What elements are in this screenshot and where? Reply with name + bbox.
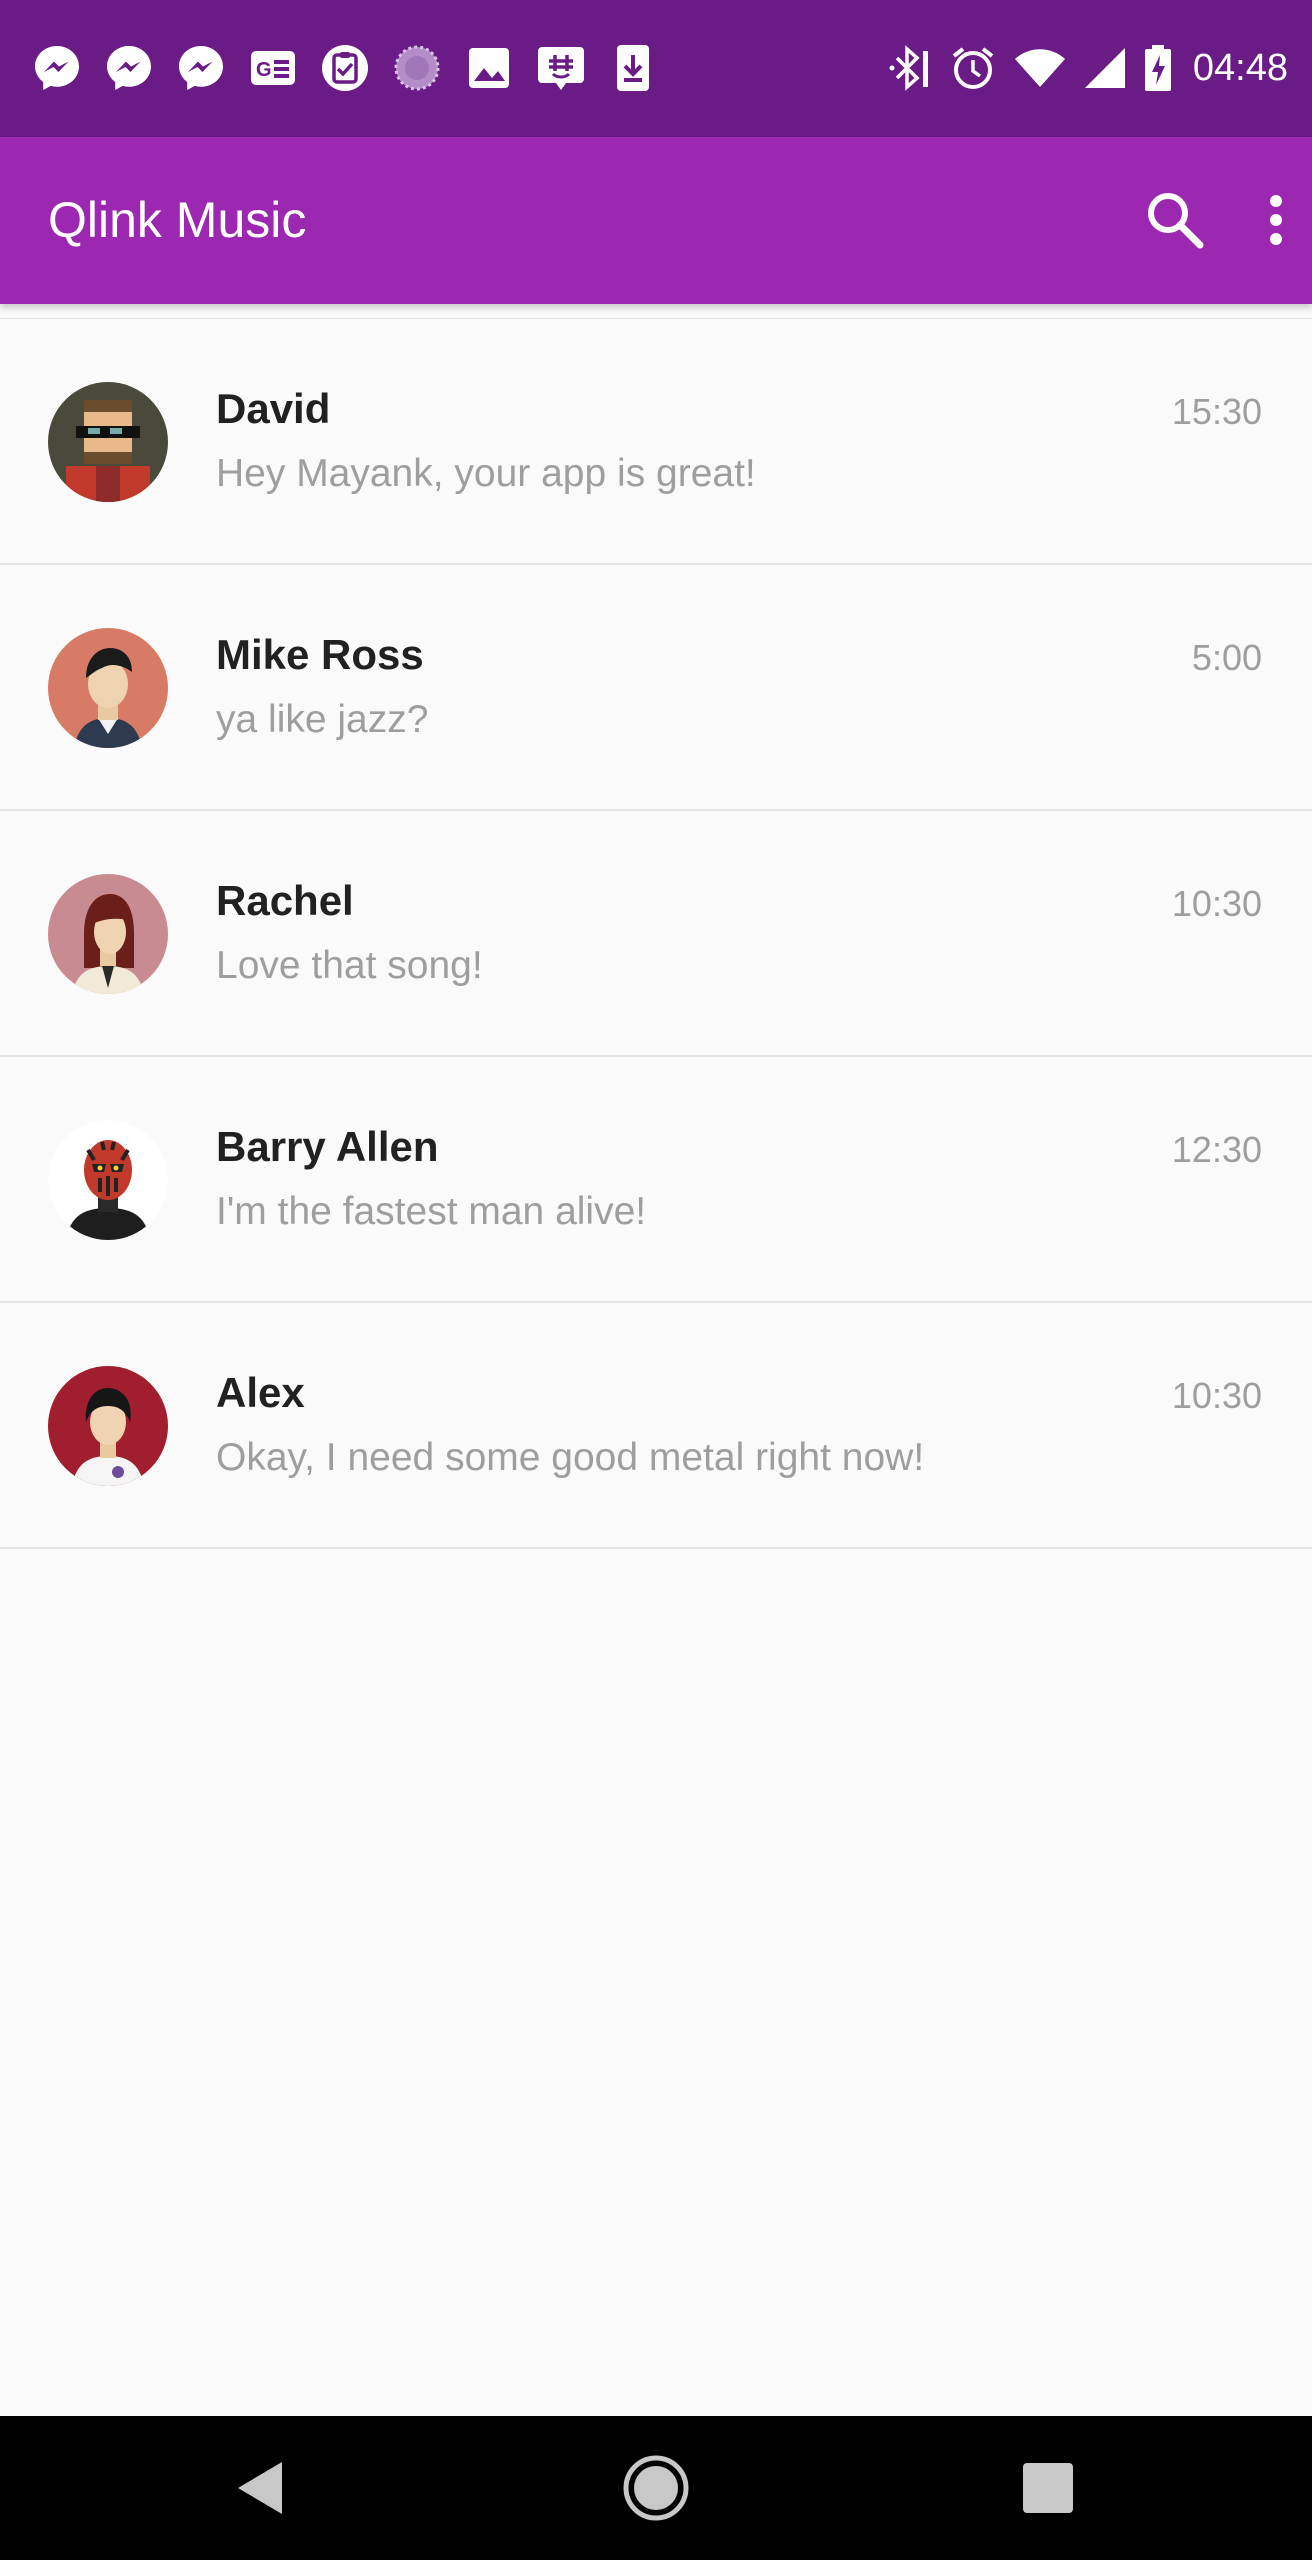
contact-name: Alex <box>216 1369 305 1416</box>
conversation-row-barry-allen[interactable]: Barry Allen I'm the fastest man alive! 1… <box>0 1057 1312 1303</box>
avatar <box>48 1120 168 1240</box>
back-icon <box>238 2462 282 2514</box>
conversation-row-david[interactable]: David Hey Mayank, your app is great! 15:… <box>0 319 1312 565</box>
message-time: 5:00 <box>1191 637 1262 678</box>
avatar <box>48 628 168 748</box>
contact-name: Rachel <box>216 877 354 924</box>
home-icon <box>623 2455 689 2521</box>
bluetooth-icon <box>883 43 933 93</box>
message-time: 15:30 <box>1171 391 1262 432</box>
more-vert-icon <box>1270 195 1282 245</box>
loading-circle-icon <box>390 41 444 95</box>
message-time: 12:30 <box>1171 1129 1262 1170</box>
message-preview: ya like jazz? <box>216 698 429 741</box>
app-title: Qlink Music <box>48 192 307 248</box>
home-button[interactable] <box>616 2448 696 2528</box>
message-preview: Hey Mayank, your app is great! <box>216 452 756 495</box>
avatar <box>48 874 168 994</box>
search-button[interactable] <box>1142 187 1208 253</box>
conversation-row-alex[interactable]: Alex Okay, I need some good metal right … <box>0 1303 1312 1549</box>
signal-icon <box>1083 43 1127 93</box>
back-button[interactable] <box>222 2448 302 2528</box>
image-icon <box>462 41 516 95</box>
message-time: 10:30 <box>1171 883 1262 924</box>
messenger-icon <box>174 41 228 95</box>
conversation-list: David Hey Mayank, your app is great! 15:… <box>0 318 1312 1549</box>
download-icon <box>606 41 660 95</box>
battery-charging-icon <box>1143 43 1173 93</box>
svg-text:G: G <box>256 59 272 81</box>
search-icon <box>1148 193 1204 249</box>
system-icons: 04:48 <box>883 40 1288 96</box>
more-options-button[interactable] <box>1248 187 1304 253</box>
contact-name: Mike Ross <box>216 631 424 678</box>
clipboard-check-icon <box>318 41 372 95</box>
message-preview: Okay, I need some good metal right now! <box>216 1436 925 1479</box>
message-time: 10:30 <box>1171 1375 1262 1416</box>
groupme-icon <box>534 41 588 95</box>
message-preview: I'm the fastest man alive! <box>216 1190 647 1233</box>
message-preview: Love that song! <box>216 944 483 987</box>
conversation-row-rachel[interactable]: Rachel Love that song! 10:30 <box>0 811 1312 1057</box>
wifi-icon <box>1013 43 1067 93</box>
gmail-news-icon: G <box>246 41 300 95</box>
messenger-icon <box>30 41 84 95</box>
navigation-bar <box>0 2416 1312 2560</box>
alarm-icon <box>949 43 997 93</box>
avatar <box>48 382 168 502</box>
recents-icon <box>1023 2463 1073 2513</box>
avatar <box>48 1366 168 1486</box>
status-time: 04:48 <box>1192 46 1288 89</box>
contact-name: David <box>216 385 331 432</box>
app-bar: Qlink Music <box>0 137 1312 304</box>
messenger-icon <box>102 41 156 95</box>
status-bar: G 04:48 <box>0 0 1312 137</box>
recents-button[interactable] <box>1008 2448 1088 2528</box>
conversation-row-mike-ross[interactable]: Mike Ross ya like jazz? 5:00 <box>0 565 1312 811</box>
contact-name: Barry Allen <box>216 1123 439 1170</box>
notification-icons: G <box>30 40 660 96</box>
